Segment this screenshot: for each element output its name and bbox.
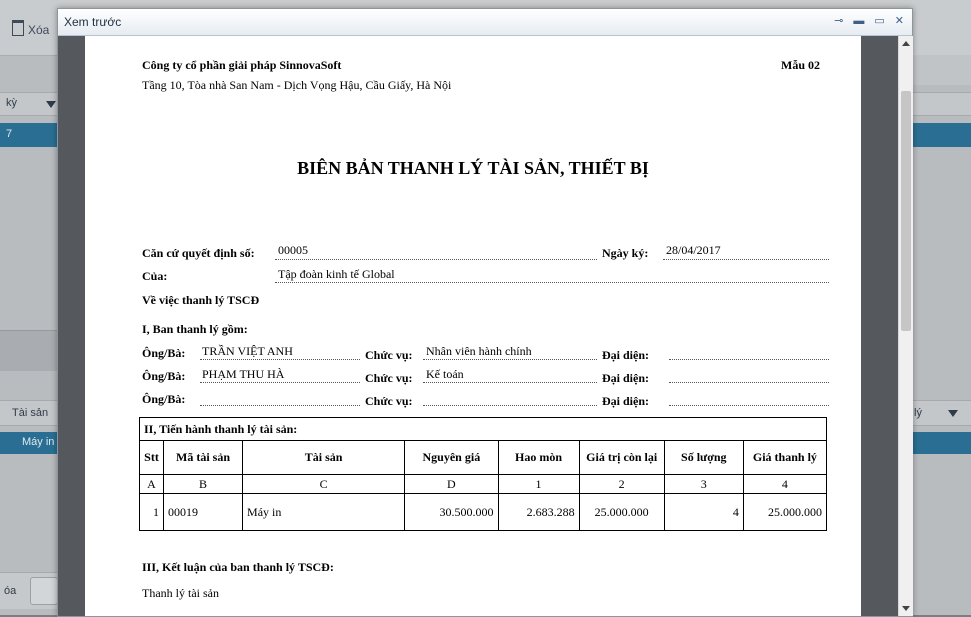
background-panel-divider bbox=[0, 330, 58, 371]
sign-date: 28/04/2017 bbox=[666, 243, 721, 257]
background-grid-header-left: kỳ bbox=[0, 92, 58, 116]
background-right-toolbar bbox=[912, 55, 971, 85]
background-delete-button: Xóa bbox=[12, 20, 49, 37]
cell-stt: 1 bbox=[139, 493, 164, 531]
member-label: Ông/Bà: bbox=[142, 392, 186, 406]
member-name: PHẠM THU HÀ bbox=[202, 367, 285, 381]
position-underline bbox=[423, 359, 597, 360]
table-index: 3 bbox=[663, 474, 744, 494]
asset-table: II, Tiến hành thanh lý tài sản: Stt Mã t… bbox=[139, 417, 828, 531]
cell-asset-name: Máy in bbox=[242, 493, 406, 531]
rep-label: Đại diện: bbox=[602, 394, 650, 408]
table-index: A bbox=[139, 474, 164, 494]
background-bottom-button bbox=[30, 577, 58, 605]
table-header: Mã tài sản bbox=[162, 440, 244, 475]
minimize-icon[interactable]: ▬ bbox=[853, 14, 864, 28]
table-index: 1 bbox=[497, 474, 580, 494]
table-header: Giá trị còn lại bbox=[578, 440, 665, 475]
section-3-heading: III, Kết luận của ban thanh lý TSCĐ: bbox=[142, 560, 334, 574]
member-name: TRẦN VIỆT ANH bbox=[202, 344, 293, 358]
preview-titlebar[interactable]: Xem trước ⊸ ▬ ▭ ✕ bbox=[58, 9, 912, 36]
company-address: Tầng 10, Tòa nhà San Nam - Dịch Vọng Hậu… bbox=[142, 78, 452, 92]
background-selected-row-left: 7 bbox=[0, 123, 58, 147]
position-underline bbox=[423, 405, 597, 406]
cell-quantity: 4 bbox=[663, 493, 744, 531]
decision-number: 00005 bbox=[278, 243, 308, 257]
filter-icon bbox=[46, 101, 56, 108]
table-header: Nguyên giá bbox=[404, 440, 499, 475]
table-index: D bbox=[404, 474, 499, 494]
position-underline bbox=[423, 382, 597, 383]
position-label: Chức vụ: bbox=[365, 394, 413, 408]
conclusion-text: Thanh lý tài sản bbox=[142, 586, 219, 600]
close-icon[interactable]: ✕ bbox=[895, 14, 904, 28]
vertical-scrollbar[interactable] bbox=[898, 36, 913, 616]
member-label: Ông/Bà: bbox=[142, 346, 186, 360]
table-header: Hao mòn bbox=[497, 440, 580, 475]
rep-underline bbox=[669, 359, 829, 360]
window-title: Xem trước bbox=[64, 15, 122, 29]
issuer-label: Của: bbox=[142, 269, 168, 283]
form-code: Mẫu 02 bbox=[781, 58, 820, 72]
background-grid-header-tai-san: Tài sản bbox=[0, 400, 58, 426]
rep-underline bbox=[669, 382, 829, 383]
document-title: BIÊN BẢN THANH LÝ TÀI SẢN, THIẾT BỊ bbox=[297, 158, 649, 178]
member-label: Ông/Bà: bbox=[142, 369, 186, 383]
decision-underline bbox=[275, 259, 597, 260]
cell-disposal-price: 25.000.000 bbox=[742, 493, 828, 531]
report-page: Công ty cổ phần giải pháp SinnovaSoft Tầ… bbox=[85, 36, 861, 616]
cell-depreciation: 2.683.288 bbox=[497, 493, 580, 531]
member-name-underline bbox=[200, 405, 360, 406]
rep-label: Đại diện: bbox=[602, 348, 650, 362]
section-2-heading: II, Tiến hành thanh lý tài sản: bbox=[139, 417, 827, 441]
background-selected-row-may-in: Máy in bbox=[0, 432, 58, 454]
member-position: Nhân viên hành chính bbox=[426, 344, 532, 358]
cell-original-cost: 30.500.000 bbox=[404, 493, 499, 531]
table-row: 1 00019 Máy in 30.500.000 2.683.288 25.0… bbox=[139, 493, 828, 531]
background-grid-header-right-2: lý bbox=[912, 400, 971, 426]
background-selected-row-right bbox=[912, 123, 971, 147]
section-1-heading: I, Ban thanh lý gồm: bbox=[142, 322, 248, 336]
scroll-down-icon[interactable] bbox=[902, 606, 910, 611]
cell-remaining-value: 25.000.000 bbox=[578, 493, 665, 531]
preview-window: Xem trước ⊸ ▬ ▭ ✕ Công ty cổ phần giải p… bbox=[57, 8, 913, 617]
sign-date-underline bbox=[663, 259, 829, 260]
issuer-underline bbox=[275, 282, 829, 283]
table-index: 4 bbox=[742, 474, 828, 494]
table-header-row: Stt Mã tài sản Tài sản Nguyên giá Hao mò… bbox=[139, 440, 828, 475]
member-name-underline bbox=[200, 382, 360, 383]
rep-underline bbox=[669, 405, 829, 406]
window-controls: ⊸ ▬ ▭ ✕ bbox=[834, 14, 904, 28]
company-name: Công ty cổ phần giải pháp SinnovaSoft bbox=[142, 58, 342, 72]
scroll-up-icon[interactable] bbox=[902, 41, 910, 46]
trash-icon bbox=[12, 20, 24, 36]
table-header: Số lượng bbox=[663, 440, 744, 475]
table-index: C bbox=[242, 474, 406, 494]
table-header: Tài sản bbox=[242, 440, 406, 475]
member-name-underline bbox=[200, 359, 360, 360]
filter-icon bbox=[948, 410, 958, 417]
background-grid-header-right bbox=[912, 92, 971, 116]
scroll-thumb[interactable] bbox=[901, 91, 911, 331]
member-position: Kế toán bbox=[426, 367, 464, 381]
table-index-row: A B C D 1 2 3 4 bbox=[139, 474, 828, 494]
decision-label: Căn cứ quyết định số: bbox=[142, 246, 255, 260]
position-label: Chức vụ: bbox=[365, 371, 413, 385]
table-index: 2 bbox=[578, 474, 665, 494]
position-label: Chức vụ: bbox=[365, 348, 413, 362]
table-header: Stt bbox=[139, 440, 164, 475]
report-viewer[interactable]: Công ty cổ phần giải pháp SinnovaSoft Tầ… bbox=[58, 36, 898, 616]
pin-icon[interactable]: ⊸ bbox=[834, 14, 843, 28]
background-bottom-bar: óa bbox=[0, 572, 58, 609]
rep-label: Đại diện: bbox=[602, 371, 650, 385]
table-index: B bbox=[162, 474, 244, 494]
cell-asset-code: 00019 bbox=[162, 493, 244, 531]
subject: Về việc thanh lý TSCĐ bbox=[142, 293, 260, 307]
issuer-value: Tập đoàn kinh tế Global bbox=[278, 267, 395, 281]
sign-date-label: Ngày ký: bbox=[602, 246, 649, 260]
table-header: Giá thanh lý bbox=[742, 440, 828, 475]
maximize-icon[interactable]: ▭ bbox=[874, 14, 884, 28]
background-selected-row-right-2 bbox=[912, 432, 971, 454]
